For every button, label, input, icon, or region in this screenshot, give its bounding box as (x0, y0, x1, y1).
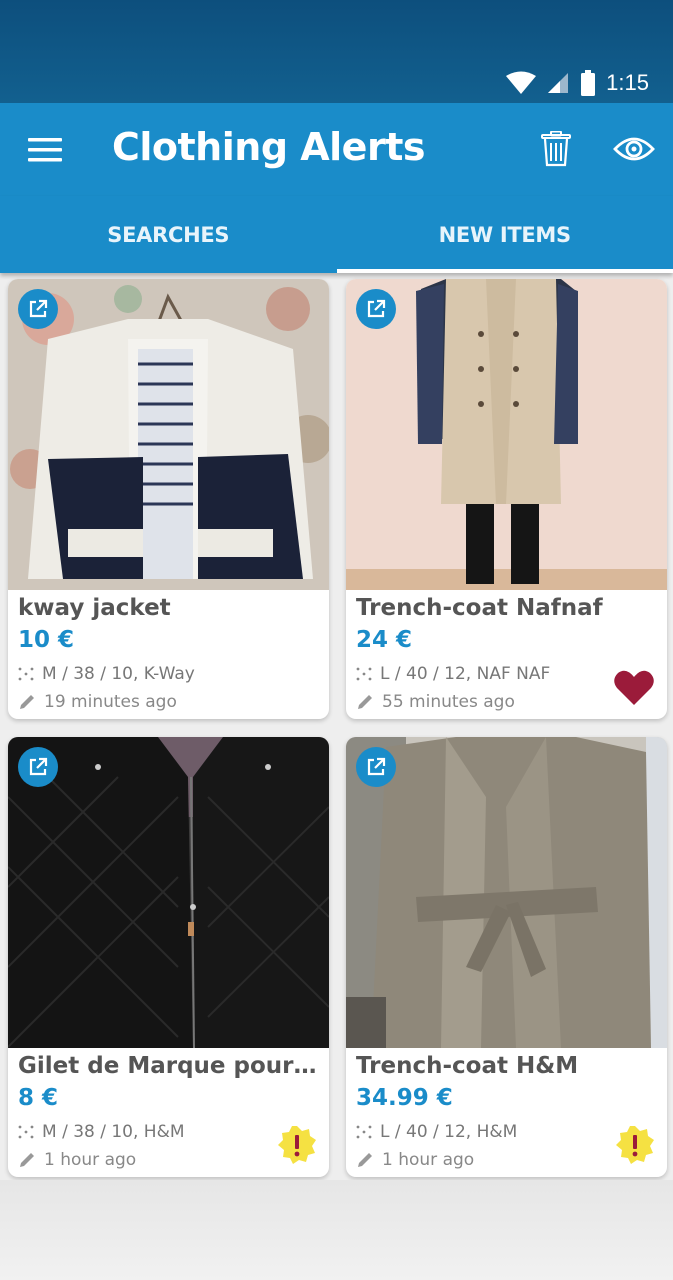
item-price: 8 € (18, 1085, 59, 1111)
external-link-icon (367, 299, 386, 318)
size-icon (356, 1125, 372, 1139)
item-card[interactable]: kway jacket 10 € M / 38 / 10, K-Way 19 m… (8, 279, 329, 719)
item-time-text: 1 hour ago (382, 1150, 475, 1170)
item-time: 55 minutes ago (356, 692, 515, 712)
open-external-button[interactable] (18, 747, 58, 787)
size-icon (356, 667, 372, 681)
list-bottom-area (0, 1180, 673, 1280)
item-size: L / 40 / 12, H&M (356, 1122, 517, 1142)
battery-icon (581, 70, 596, 96)
pencil-icon (20, 695, 34, 709)
item-photo[interactable] (346, 279, 667, 590)
open-external-button[interactable] (18, 289, 58, 329)
open-external-button[interactable] (356, 289, 396, 329)
item-size-text: L / 40 / 12, H&M (380, 1122, 518, 1142)
warning-icon[interactable] (277, 1125, 317, 1165)
pencil-icon (358, 695, 372, 709)
item-price: 34.99 € (356, 1085, 453, 1111)
item-price: 24 € (356, 627, 413, 653)
signal-icon (548, 73, 569, 93)
item-size-text: M / 38 / 10, K-Way (42, 664, 195, 684)
warning-icon[interactable] (615, 1125, 655, 1165)
status-bar: 1:15 (0, 0, 673, 103)
tab-bar: SEARCHES NEW ITEMS (0, 196, 673, 273)
visibility-button[interactable] (608, 127, 660, 171)
open-external-button[interactable] (356, 747, 396, 787)
item-photo[interactable] (8, 737, 329, 1048)
item-size: L / 40 / 12, NAF NAF (356, 664, 550, 684)
item-time: 19 minutes ago (18, 692, 177, 712)
app-title: Clothing Alerts (112, 125, 425, 169)
item-title: kway jacket (18, 595, 171, 621)
item-time-text: 55 minutes ago (382, 692, 515, 712)
size-icon (18, 1125, 34, 1139)
external-link-icon (367, 757, 386, 776)
item-time: 1 hour ago (18, 1150, 136, 1170)
item-size-text: M / 38 / 10, H&M (42, 1122, 185, 1142)
pencil-icon (358, 1153, 372, 1167)
external-link-icon (29, 299, 48, 318)
tab-new-items[interactable]: NEW ITEMS (336, 196, 673, 273)
app-bar: Clothing Alerts (0, 103, 673, 196)
item-size: M / 38 / 10, K-Way (18, 664, 195, 684)
tab-searches[interactable]: SEARCHES (0, 196, 337, 273)
external-link-icon (29, 757, 48, 776)
status-time: 1:15 (606, 70, 649, 95)
item-card[interactable]: Trench-coat H&M 34.99 € L / 40 / 12, H&M… (346, 737, 667, 1177)
item-card[interactable]: Gilet de Marque pour ... 8 € M / 38 / 10… (8, 737, 329, 1177)
trash-icon (541, 131, 571, 167)
item-time: 1 hour ago (356, 1150, 474, 1170)
item-title: Trench-coat H&M (356, 1053, 579, 1079)
item-size: M / 38 / 10, H&M (18, 1122, 185, 1142)
item-title: Gilet de Marque pour ... (18, 1053, 323, 1079)
item-price: 10 € (18, 627, 75, 653)
wifi-icon (506, 71, 537, 94)
menu-button[interactable] (22, 127, 68, 173)
item-photo[interactable] (346, 737, 667, 1048)
item-size-text: L / 40 / 12, NAF NAF (380, 664, 551, 684)
item-title: Trench-coat Nafnaf (356, 595, 603, 621)
menu-icon (28, 138, 62, 162)
pencil-icon (20, 1153, 34, 1167)
eye-icon (613, 137, 655, 161)
delete-button[interactable] (534, 125, 578, 173)
size-icon (18, 667, 34, 681)
heart-icon[interactable] (613, 669, 655, 707)
item-time-text: 1 hour ago (44, 1150, 137, 1170)
item-time-text: 19 minutes ago (44, 692, 177, 712)
item-photo[interactable] (8, 279, 329, 590)
item-card[interactable]: Trench-coat Nafnaf 24 € L / 40 / 12, NAF… (346, 279, 667, 719)
